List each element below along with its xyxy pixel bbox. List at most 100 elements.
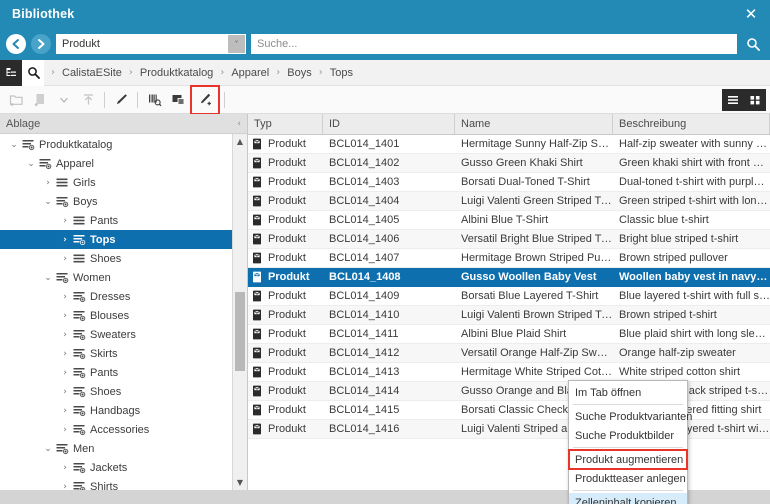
tree-scrollbar[interactable]: ▲ ▼ [232, 134, 247, 490]
column-header-beschreibung[interactable]: Beschreibung [613, 114, 770, 134]
tree-scroll-thumb[interactable] [235, 292, 245, 370]
forward-arrow-icon[interactable] [31, 34, 51, 54]
toolbar-separator [104, 92, 105, 108]
breadcrumb-item-0[interactable]: CalistaESite [62, 67, 122, 79]
scroll-down-icon[interactable]: ▼ [233, 475, 247, 490]
table-row[interactable]: ProduktBCL014_1404Luigi Valenti Green St… [248, 192, 770, 211]
twisty-collapsed-icon[interactable]: › [59, 349, 71, 359]
twisty-expanded-icon[interactable]: ⌄ [42, 197, 54, 207]
twisty-collapsed-icon[interactable]: › [59, 330, 71, 340]
augment-pencil-icon[interactable] [193, 88, 217, 112]
twisty-collapsed-icon[interactable]: › [59, 311, 71, 321]
tree-item-handbags[interactable]: ›Handbags [0, 401, 232, 420]
tree-item-apparel[interactable]: ⌄Apparel [0, 154, 232, 173]
chevron-down-icon[interactable]: ˅ [228, 35, 245, 53]
cell-typ-text: Produkt [268, 309, 323, 321]
table-row[interactable]: ProduktBCL014_1409Borsati Blue Layered T… [248, 287, 770, 306]
twisty-collapsed-icon[interactable]: › [59, 235, 71, 245]
search-icon[interactable] [742, 33, 764, 55]
table-row[interactable]: ProduktBCL014_1405Albini Blue T-ShirtCla… [248, 211, 770, 230]
tree-item-pants[interactable]: ›Pants [0, 211, 232, 230]
table-row[interactable]: ProduktBCL014_1402Gusso Green Khaki Shir… [248, 154, 770, 173]
new-item-icon[interactable] [28, 88, 52, 112]
grid-view-icon[interactable] [744, 89, 766, 111]
twisty-collapsed-icon[interactable]: › [59, 216, 71, 226]
table-row[interactable]: ProduktBCL014_1411Albini Blue Plaid Shir… [248, 325, 770, 344]
tree-item-men[interactable]: ⌄Men [0, 439, 232, 458]
column-header-id[interactable]: ID [323, 114, 455, 134]
context-menu-item-im-tab-ffnen[interactable]: Im Tab öffnen [569, 383, 687, 402]
tree-item-shoes[interactable]: ›Shoes [0, 249, 232, 268]
twisty-collapsed-icon[interactable]: › [59, 368, 71, 378]
duplicate-icon[interactable] [166, 88, 190, 112]
twisty-expanded-icon[interactable]: ⌄ [42, 444, 54, 454]
tree-item-tops[interactable]: ›Tops [0, 230, 232, 249]
breadcrumb: › CalistaESite › Produktkatalog › Appare… [0, 60, 770, 86]
twisty-collapsed-icon[interactable]: › [59, 425, 71, 435]
twisty-collapsed-icon[interactable]: › [42, 178, 54, 188]
tree-item-skirts[interactable]: ›Skirts [0, 344, 232, 363]
table-row[interactable]: ProduktBCL014_1410Luigi Valenti Brown St… [248, 306, 770, 325]
barcode-search-icon[interactable] [142, 88, 166, 112]
tree-item-accessories[interactable]: ›Accessories [0, 420, 232, 439]
breadcrumb-item-2[interactable]: Apparel [231, 67, 269, 79]
new-folder-icon[interactable] [4, 88, 28, 112]
close-icon[interactable]: ✕ [740, 3, 762, 25]
list-view-icon[interactable] [722, 89, 744, 111]
edit-pencil-icon[interactable] [109, 88, 133, 112]
tree-item-blouses[interactable]: ›Blouses [0, 306, 232, 325]
upload-icon[interactable] [76, 88, 100, 112]
table-row[interactable]: ProduktBCL014_1403Borsati Dual-Toned T-S… [248, 173, 770, 192]
table-row[interactable]: ProduktBCL014_1407Hermitage Brown Stripe… [248, 249, 770, 268]
breadcrumb-item-1[interactable]: Produktkatalog [140, 67, 213, 79]
tree-item-pants[interactable]: ›Pants [0, 363, 232, 382]
twisty-collapsed-icon[interactable]: › [59, 406, 71, 416]
breadcrumb-item-4[interactable]: Tops [330, 67, 353, 79]
tree-item-shirts[interactable]: ›Shirts [0, 477, 232, 490]
context-menu-item-produkt-augmentieren[interactable]: Produkt augmentieren [569, 450, 687, 469]
table-row[interactable]: ProduktBCL014_1412Versatil Orange Half-Z… [248, 344, 770, 363]
search-input[interactable] [251, 34, 737, 54]
tree-item-boys[interactable]: ⌄Boys [0, 192, 232, 211]
context-menu-item-produktteaser-anlegen[interactable]: Produktteaser anlegen [569, 469, 687, 488]
collapse-icon[interactable]: ‹ [237, 119, 241, 129]
twisty-collapsed-icon[interactable]: › [59, 387, 71, 397]
tree-item-women[interactable]: ⌄Women [0, 268, 232, 287]
tree-item-jackets[interactable]: ›Jackets [0, 458, 232, 477]
chevron-down-icon[interactable] [52, 88, 76, 112]
context-menu-item-suche-produktvarianten[interactable]: Suche Produktvarianten [569, 407, 687, 426]
column-header-typ[interactable]: Typ [248, 114, 323, 134]
table-row[interactable]: ProduktBCL014_1408Gusso Woollen Baby Ves… [248, 268, 770, 287]
twisty-collapsed-icon[interactable]: › [59, 292, 71, 302]
table-row[interactable]: ProduktBCL014_1406Versatil Bright Blue S… [248, 230, 770, 249]
twisty-collapsed-icon[interactable]: › [59, 463, 71, 473]
twisty-expanded-icon[interactable]: ⌄ [8, 140, 20, 150]
tree-item-girls[interactable]: ›Girls [0, 173, 232, 192]
cell-id: BCL014_1411 [323, 325, 455, 343]
tree-item-sweaters[interactable]: ›Sweaters [0, 325, 232, 344]
twisty-collapsed-icon[interactable]: › [59, 254, 71, 264]
table-row[interactable]: ProduktBCL014_1401Hermitage Sunny Half-Z… [248, 135, 770, 154]
tree-scroll-track[interactable] [233, 149, 247, 475]
back-arrow-icon[interactable] [6, 34, 26, 54]
context-menu-item-suche-produktbilder[interactable]: Suche Produktbilder [569, 426, 687, 445]
twisty-expanded-icon[interactable]: ⌄ [25, 159, 37, 169]
table-row[interactable]: ProduktBCL014_1416Luigi Valenti Striped … [248, 420, 770, 439]
twisty-expanded-icon[interactable]: ⌄ [42, 273, 54, 283]
twisty-collapsed-icon[interactable]: › [59, 482, 71, 491]
table-row[interactable]: ProduktBCL014_1413Hermitage White Stripe… [248, 363, 770, 382]
context-menu-item-zelleninhalt-kopieren[interactable]: Zelleninhalt kopieren [569, 493, 687, 504]
tree-item-produktkatalog[interactable]: ⌄Produktkatalog [0, 135, 232, 154]
tree-view-icon[interactable] [0, 60, 22, 86]
breadcrumb-item-3[interactable]: Boys [287, 67, 311, 79]
cell-id-text: BCL014_1415 [329, 404, 455, 416]
table-row[interactable]: ProduktBCL014_1414Gusso Orange and Black… [248, 382, 770, 401]
cell-typ: Produkt [248, 306, 323, 324]
tree-item-dresses[interactable]: ›Dresses [0, 287, 232, 306]
tree-item-shoes[interactable]: ›Shoes [0, 382, 232, 401]
breadcrumb-separator: › [312, 67, 330, 78]
scroll-up-icon[interactable]: ▲ [233, 134, 247, 149]
breadcrumb-search-icon[interactable] [22, 60, 44, 86]
type-select[interactable]: Produkt ˅ [56, 34, 246, 54]
column-header-name[interactable]: Name [455, 114, 613, 134]
